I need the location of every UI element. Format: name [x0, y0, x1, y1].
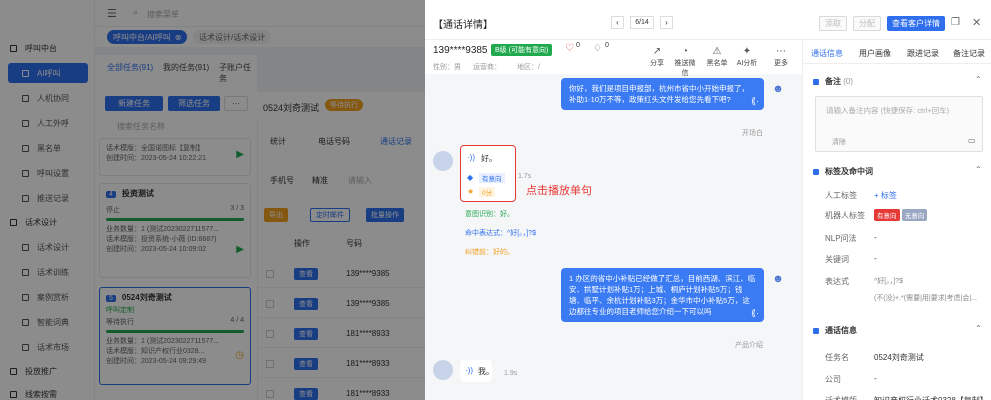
action-warning[interactable]: ⚠ 黑名单: [705, 46, 729, 68]
call-section-title[interactable]: 通话信息: [813, 325, 857, 336]
reply-tag-intent: 有意向: [479, 173, 505, 183]
audio-icon[interactable]: ⟪·: [751, 308, 759, 319]
call-row-label: 话术模版: [825, 395, 857, 400]
level-badge: B级 (可能有意向): [491, 44, 553, 56]
remark-icon: [813, 78, 819, 85]
star-icon: ★: [467, 187, 475, 196]
tag-intent: 有意向: [874, 209, 900, 221]
dislike-count: 0: [605, 42, 609, 49]
user-avatar: [433, 360, 453, 380]
call-row-value: -: [874, 374, 877, 383]
dislike-icon[interactable]: ♢: [593, 43, 602, 54]
user-reply[interactable]: ·)) 我。: [460, 360, 494, 382]
assign-button[interactable]: 分配: [853, 16, 881, 31]
robot-avatar-icon: ☻: [772, 273, 784, 285]
ai-icon: ✦: [742, 46, 752, 57]
reply-time: 1.7s: [518, 173, 532, 180]
tag-row-value: -: [874, 233, 877, 242]
tag-icon: ◆: [467, 173, 474, 182]
drawer-title: 【通话详情】: [433, 20, 493, 31]
audio-icon[interactable]: ⟪·: [751, 96, 759, 107]
collapse-icon[interactable]: ⌃: [975, 165, 982, 174]
robot-message: 你好，我们是项目申报部，杭州市省中小开始申报了，补助1-10万不等，政策红头文件…: [561, 78, 764, 110]
action-share[interactable]: ↗ 分享: [645, 46, 669, 68]
info-panel: 通话信息 用户画像 跟进记录 备注记录 备注 (0) ⌃ 请输入备注内容 (快捷…: [802, 40, 991, 400]
robot-tags: 有意向 无意向: [874, 209, 928, 221]
close-icon[interactable]: ✕: [972, 16, 981, 29]
modal-overlay[interactable]: [0, 0, 425, 400]
tag-row-label: NLP问法: [825, 234, 857, 243]
tab-user-profile[interactable]: 用户画像: [859, 48, 891, 59]
remark-section-title[interactable]: 备注 (0): [813, 76, 853, 87]
tab-follow-up[interactable]: 跟进记录: [907, 48, 939, 59]
tag-row-label: 人工标签: [825, 191, 857, 200]
phone-number: 139****9385: [433, 45, 488, 56]
user-reply-highlight[interactable]: ·)) 好。 ◆ 有意向 ★ 0分: [460, 145, 516, 202]
robot-message: 1 办区的省中小补贴已经做了汇总，目前西湖、滨江、临安、拱墅计划补贴1万；上城、…: [561, 268, 764, 322]
more-icon: ⋯: [776, 46, 786, 57]
fetch-button[interactable]: 添取: [819, 16, 847, 31]
intent-line: 意图识别：好。: [465, 211, 514, 218]
tab-remarks[interactable]: 备注记录: [953, 48, 985, 59]
prev-button[interactable]: ‹: [611, 16, 624, 29]
add-tag-button[interactable]: + 标签: [874, 190, 897, 201]
view-customer-button[interactable]: 查看客户详情: [887, 16, 945, 31]
intent-line: 命中表达式：^好[。，]?$: [465, 230, 536, 237]
phone-section-icon: [813, 327, 819, 334]
user-avatar: [433, 151, 453, 171]
call-row-label: 公司: [825, 375, 841, 384]
call-detail-drawer: 【通话详情】 ‹ 6/14 › 添取 分配 查看客户详情 ❐ ✕ 139****…: [425, 0, 991, 400]
intent-line: 纠错前：好的。: [465, 249, 514, 256]
tags-section-title[interactable]: 标签及命中词: [813, 166, 873, 177]
call-row-value: 0524刘奇测试: [874, 353, 924, 362]
call-row-label: 任务名: [825, 353, 849, 362]
drawer-header: 【通话详情】 ‹ 6/14 › 添取 分配 查看客户详情 ❐ ✕: [425, 0, 991, 40]
window-icon[interactable]: ❐: [951, 17, 960, 28]
tab-call-info[interactable]: 通话信息: [811, 48, 843, 59]
collapse-icon[interactable]: ⌃: [975, 75, 982, 84]
audio-play-icon[interactable]: ·)): [465, 366, 473, 375]
save-icon[interactable]: ▭: [968, 136, 976, 145]
collapse-icon[interactable]: ⌃: [975, 324, 982, 333]
tag-row-value: -: [874, 254, 877, 263]
message-tag: 开场白: [742, 130, 763, 137]
chat-icon: ◔: [681, 46, 689, 57]
tag-no-intent: 无意向: [901, 209, 928, 221]
call-row-value: 知识产权行业话术0328【复制】: [874, 395, 986, 400]
reply-tag-score: 0分: [479, 187, 496, 197]
share-icon: ↗: [652, 46, 662, 57]
tag-row-label: 机器人标签: [825, 211, 865, 220]
audio-play-icon[interactable]: ·)): [467, 153, 475, 162]
like-icon[interactable]: ♡: [565, 43, 574, 54]
remark-input[interactable]: 请输入备注内容 (快捷保存: ctrl+回车) 清除 ▭: [815, 96, 983, 152]
next-button[interactable]: ›: [660, 16, 673, 29]
warning-icon: ⚠: [712, 46, 722, 57]
like-count: 0: [576, 42, 580, 49]
action-more[interactable]: ⋯ 更多: [769, 46, 793, 68]
tag-row-label: 关键词: [825, 255, 849, 264]
annotation-text: 点击播放单句: [526, 185, 592, 197]
tag-row-value: ^好[。，]?$: [874, 278, 903, 285]
robot-avatar-icon: ☻: [772, 83, 784, 95]
chat-transcript: 你好，我们是项目申报部，杭州市省中小开始申报了，补助1-10万不等，政策红头文件…: [425, 40, 802, 400]
clear-link[interactable]: 清除: [832, 137, 846, 147]
phone-info: 139****9385 B级 (可能有意向) ♡ 0 ♢ 0 性别：男 运营商：…: [425, 40, 802, 77]
tag-section-icon: [813, 168, 819, 175]
tag-row-value: (不(没)+.*(需要|用|要求|考虑|会|...: [874, 295, 978, 302]
message-tag: 产品介绍: [735, 342, 763, 349]
pager: 6/14: [630, 16, 654, 29]
reply-time: 1.9s: [504, 370, 518, 377]
tag-row-label: 表达式: [825, 277, 849, 286]
info-tabs: 通话信息 用户画像 跟进记录 备注记录: [803, 40, 991, 64]
action-ai[interactable]: ✦ AI分析: [735, 46, 759, 68]
action-chat[interactable]: ◔ 推送微信: [673, 46, 697, 78]
